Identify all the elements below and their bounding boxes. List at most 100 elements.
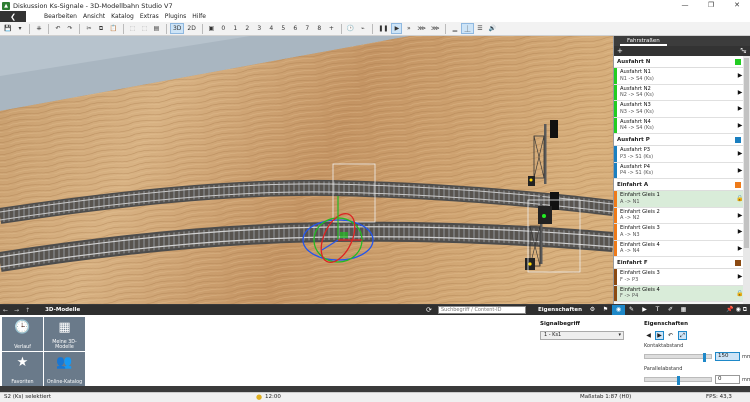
route-item[interactable]: Ausfahrt P4 P4 -> S1 (Ks) ▶ (614, 162, 744, 179)
undo-icon[interactable]: ↶ (52, 23, 63, 34)
close-button[interactable]: ✕ (724, 0, 750, 11)
play-box-icon[interactable]: ▶ (638, 305, 651, 315)
tab-fahrstrassen[interactable]: Fahrstraßen (620, 36, 667, 46)
toolbar-divider (201, 23, 203, 34)
grid-toggle-icon[interactable]: ▁ (449, 23, 460, 34)
edit-icon[interactable]: ✐ (664, 305, 677, 315)
camera-4-button[interactable]: 4 (266, 23, 277, 34)
slider-knob[interactable] (702, 353, 706, 362)
category-online-katalog[interactable]: 👥 Online-Katalog (44, 352, 85, 386)
eye-icon[interactable]: ◉ (612, 305, 625, 315)
nav-forward-icon[interactable]: → (14, 307, 19, 314)
nav-back-icon[interactable]: ← (3, 307, 8, 314)
route-group[interactable]: Einfahrt A (614, 179, 744, 191)
align-icon[interactable]: ⏊ (461, 23, 474, 34)
parallel-input[interactable]: 0 (715, 375, 740, 384)
route-item[interactable]: Einfahrt Gleis 3F -> P3 ▶ (614, 269, 744, 286)
steering-wheel-icon[interactable]: ⎈ (33, 23, 44, 34)
refresh-icon[interactable]: ⟳ (426, 306, 432, 314)
signal-tool-icon[interactable]: ⚑ (599, 305, 612, 315)
group-icon[interactable]: ⬚ (127, 23, 138, 34)
clock-icon[interactable]: 🕒 (345, 23, 356, 34)
star-icon: ★ (16, 355, 29, 370)
route-item[interactable]: Einfahrt Gleis 3A -> N3 ▶ (614, 224, 744, 241)
menu-plugins[interactable]: Plugins (165, 13, 187, 20)
paint-icon[interactable]: ✎ (625, 305, 638, 315)
route-item[interactable]: Ausfahrt P3 P3 -> S1 (Ks) ▶ (614, 146, 744, 163)
grid-small-icon[interactable]: ▦ (677, 305, 690, 315)
view-3d-button[interactable]: 3D (169, 23, 185, 34)
ungroup-icon[interactable]: ⬚ (139, 23, 150, 34)
paste-icon[interactable]: 📋 (107, 23, 118, 34)
routes-scrollbar[interactable] (743, 56, 750, 304)
route-item[interactable]: Einfahrt Gleis 1A -> N1 🔒 (614, 191, 744, 208)
menu-ansicht[interactable]: Ansicht (83, 13, 105, 20)
3d-viewport[interactable] (0, 36, 613, 304)
redo-icon[interactable]: ↷ (64, 23, 75, 34)
layers-icon[interactable]: ▤ (151, 23, 162, 34)
signal-select[interactable]: 1 - Ks1 ▾ (540, 331, 624, 340)
route-item[interactable]: Einfahrt Gleis 4A -> N4 ▶ (614, 240, 744, 257)
view-2d-button[interactable]: 2D (185, 23, 197, 34)
route-color-bar (614, 191, 617, 207)
contact-input[interactable]: 150 (715, 352, 740, 361)
camera-0-button[interactable]: 0 (218, 23, 229, 34)
route-group[interactable]: Ausfahrt P (614, 134, 744, 146)
route-group[interactable]: Einfahrt F (614, 257, 744, 269)
add-route-button[interactable]: + (617, 46, 623, 56)
route-item[interactable]: Einfahrt Gleis 2A -> N2 ▶ (614, 207, 744, 224)
gear-icon[interactable]: ⚙ (586, 305, 599, 315)
route-group[interactable]: Ausfahrt N (614, 56, 744, 68)
arrow-right-icon[interactable]: ▶ (655, 331, 664, 340)
curve-icon[interactable]: ↶ (666, 331, 675, 340)
speaker-icon[interactable]: 🔊 (487, 23, 498, 34)
route-item[interactable]: Ausfahrt N4 N4 -> S4 (Ks) ▶ (614, 117, 744, 134)
cut-icon[interactable]: ✂ (83, 23, 94, 34)
route-item[interactable]: Ausfahrt N1 N1 -> S4 (Ks) ▶ (614, 68, 744, 85)
play-icon[interactable]: ▶ (391, 23, 403, 34)
camera-3-button[interactable]: 3 (254, 23, 265, 34)
route-item[interactable]: Ausfahrt N3 N3 -> S4 (Ks) ▶ (614, 101, 744, 118)
dropdown-icon[interactable]: ▾ (14, 23, 25, 34)
pin-icon[interactable]: 📌 ◉ ⧉ (726, 305, 747, 315)
camera-8-button[interactable]: 8 (314, 23, 325, 34)
category-favoriten[interactable]: ★ Favoriten (2, 352, 43, 386)
track-icon[interactable]: ☰ (475, 23, 486, 34)
menu-hilfe[interactable]: Hilfe (192, 13, 206, 20)
menu-extras[interactable]: Extras (140, 13, 159, 20)
expand-icon[interactable]: ⤢ (678, 331, 687, 340)
text-icon[interactable]: T (651, 305, 664, 315)
arrow-left-icon[interactable]: ◀ (644, 331, 653, 340)
camera-icon[interactable]: ▣ (206, 23, 217, 34)
camera-6-button[interactable]: 6 (290, 23, 301, 34)
parallel-slider[interactable] (644, 376, 712, 385)
pause-icon[interactable]: ❚❚ (376, 23, 390, 34)
camera-5-button[interactable]: 5 (278, 23, 289, 34)
faster-forward-icon[interactable]: ⋙ (415, 23, 428, 34)
slider-knob[interactable] (677, 376, 680, 385)
camera-1-button[interactable]: 1 (230, 23, 241, 34)
camera-2-button[interactable]: 2 (242, 23, 253, 34)
collapse-panel-icon[interactable]: ⤡ (740, 46, 746, 56)
menu-bearbeiten[interactable]: Bearbeiten (44, 13, 77, 20)
camera-7-button[interactable]: 7 (302, 23, 313, 34)
contact-slider[interactable] (644, 353, 712, 362)
maximize-button[interactable]: ❐ (698, 0, 724, 11)
minimize-button[interactable]: — (672, 0, 698, 11)
route-item[interactable]: Einfahrt Gleis 4F -> P4 🔒 (614, 285, 744, 302)
menu-katalog[interactable]: Katalog (111, 13, 134, 20)
nav-up-icon[interactable]: ↑ (25, 307, 30, 314)
properties-header: Eigenschaften ⚙ ⚑ ◉ ✎ ▶ T ✐ ▦ 📌 ◉ ⧉ (528, 305, 750, 315)
category-meine-modelle[interactable]: ▦ Meine 3D-Modelle (44, 317, 85, 351)
turbo-forward-icon[interactable]: ⋙ (429, 23, 442, 34)
route-item[interactable]: Ausfahrt N2 N2 -> S4 (Ks) ▶ (614, 84, 744, 101)
copy-icon[interactable]: ⧉ (95, 23, 106, 34)
models-search-input[interactable]: Suchbegriff / Content-ID (438, 306, 526, 314)
scrollbar-thumb[interactable] (744, 58, 749, 248)
pulse-icon[interactable]: ⌁ (357, 23, 368, 34)
category-verlauf[interactable]: 🕒 Verlauf (2, 317, 43, 351)
save-icon[interactable]: 💾 (2, 23, 13, 34)
add-camera-button[interactable]: + (326, 23, 337, 34)
back-button[interactable]: ❮ (0, 11, 26, 22)
fast-forward-icon[interactable]: » (403, 23, 414, 34)
